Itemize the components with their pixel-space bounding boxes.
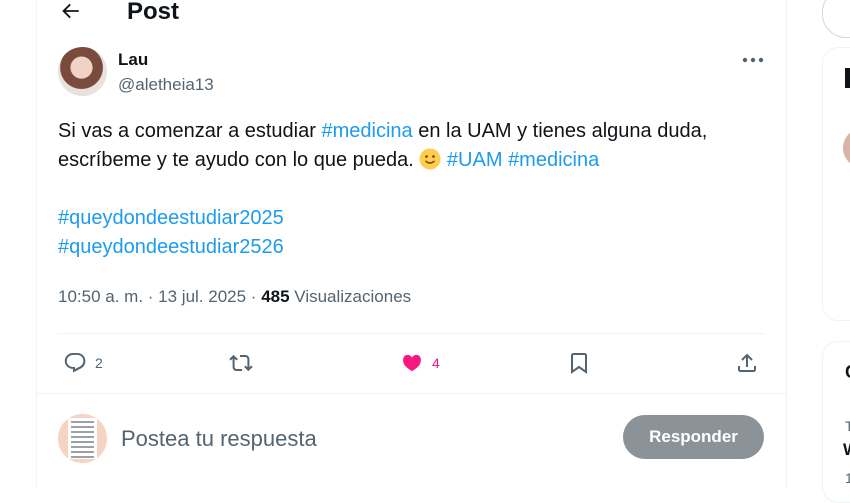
heart-icon [403,354,421,372]
tweet-line-5: #queydondeestudiar2526 [58,233,773,262]
bookmark-button[interactable] [567,348,591,378]
page-title: Post [127,0,180,25]
reply-count: 2 [95,355,103,371]
hashtag-link[interactable]: #medicina [321,120,412,142]
trend-name[interactable]: W [843,440,850,460]
sidebar-card: C T W 1 [822,341,850,503]
hashtag-link[interactable]: #queydondeestudiar2526 [58,236,284,258]
author-name[interactable]: Lau [118,50,148,70]
trend-context: T [845,418,850,434]
share-button[interactable] [735,348,759,378]
reply-submit-button[interactable]: Responder [623,415,764,459]
tweet-line-2: escríbeme y te ayudo con lo que pueda. #… [58,148,600,171]
card-title: C [845,362,850,383]
hashtag-link[interactable]: #medicina [508,149,599,171]
more-options-icon[interactable] [741,50,765,70]
like-button[interactable]: 4 [400,348,440,378]
arrow-left-icon[interactable] [59,0,81,22]
hashtag-link[interactable]: #queydondeestudiar2025 [58,207,284,229]
card-title-glyph [845,68,850,88]
action-bar: 2 4 [58,348,765,378]
retweet-button[interactable] [229,348,261,378]
tweet-line-4: #queydondeestudiar2025 [58,204,773,233]
post-date[interactable]: 13 jul. 2025 [158,287,246,306]
reply-icon [64,353,86,373]
views-label: Visualizaciones [289,287,412,306]
trend-count: 1 [845,470,850,486]
author-avatar[interactable] [58,47,107,96]
slightly-smiling-face-icon [419,148,441,170]
post-header: Post [37,0,786,26]
avatar[interactable] [843,128,850,168]
reply-input[interactable] [119,422,603,456]
bookmark-icon [571,353,587,374]
right-sidebar: C T W 1 [822,0,850,503]
post-time[interactable]: 10:50 a. m. [58,287,143,306]
hashtag-link[interactable]: #UAM [447,149,503,171]
tweet-blank-line [58,175,773,204]
like-count: 4 [432,355,440,371]
current-user-avatar[interactable] [58,414,107,463]
reply-button[interactable]: 2 [63,348,103,378]
divider [37,393,786,394]
tweet-text: Si vas a comenzar a estudiar #medicina e… [58,117,773,262]
share-icon [738,353,756,372]
post-column: Post Lau @aletheia13 Si vas a comenzar a… [36,0,787,488]
views-count: 485 [261,287,290,306]
divider [58,333,765,334]
sidebar-card [822,47,850,321]
retweet-icon [229,354,253,372]
tweet-line-1: Si vas a comenzar a estudiar #medicina e… [58,120,708,142]
search-box[interactable] [822,0,850,38]
note-image [68,418,97,459]
author-handle[interactable]: @aletheia13 [118,75,214,95]
post-meta: 10:50 a. m. · 13 jul. 2025 · 485 Visuali… [58,287,412,306]
